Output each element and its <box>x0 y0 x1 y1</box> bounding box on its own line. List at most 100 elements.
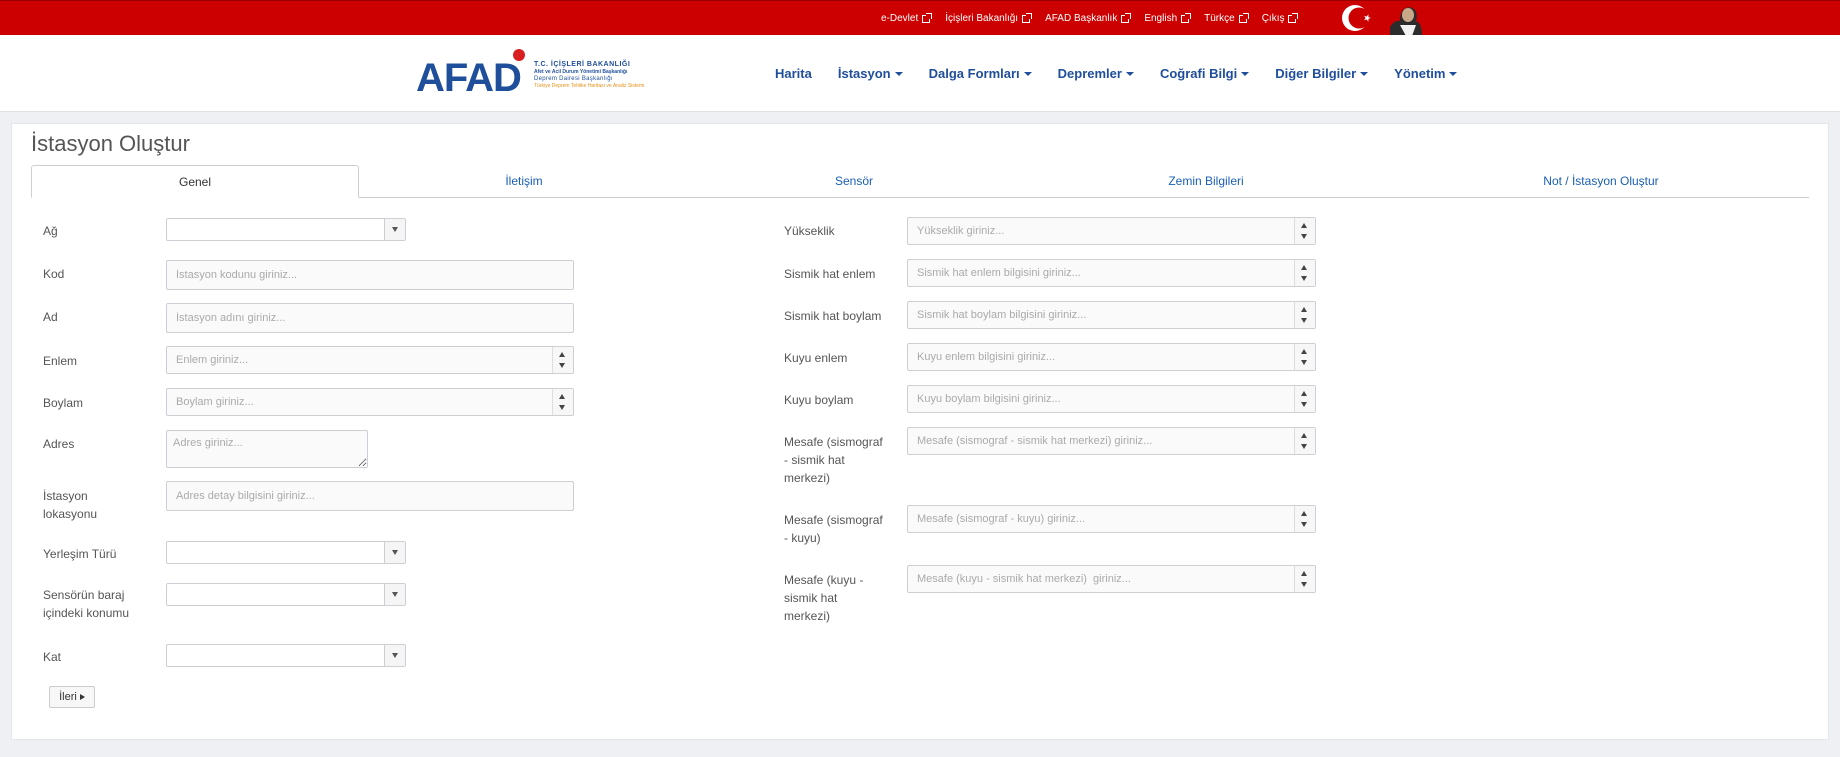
kuyu-enlem-label: Kuyu enlem <box>784 351 848 365</box>
nav-label: Diğer Bilgiler <box>1275 66 1357 81</box>
station-create-card: İstasyon Oluştur Genel İletişim Sensör Z… <box>11 123 1829 740</box>
nav-label: Yönetim <box>1394 66 1446 81</box>
mesafe-sism-hat-label: Mesafe (sismograf - sismik hat merkezi) <box>784 433 883 487</box>
sismik-enlem-spinner[interactable] <box>1294 260 1315 286</box>
logo-line: T.C. İÇİŞLERİ BAKANLIĞI <box>534 61 631 68</box>
top-link-afad[interactable]: AFAD Başkanlık <box>1045 12 1132 24</box>
nav-label: Coğrafi Bilgi <box>1159 66 1238 81</box>
label-line: Sensörün baraj <box>43 588 125 602</box>
nav-label: Depremler <box>1057 66 1122 81</box>
top-link-turkce[interactable]: Türkçe <box>1204 12 1249 24</box>
dropdown-arrow-icon <box>384 219 405 240</box>
external-link-icon <box>922 12 933 23</box>
dropdown-arrow-icon <box>384 584 405 605</box>
mesafe-kuyu-hat-spinner[interactable] <box>1294 566 1315 592</box>
spin-up-icon <box>1301 433 1307 438</box>
mesafe-kuyu-hat-input[interactable] <box>907 565 1316 593</box>
sismik-boylam-input[interactable] <box>907 301 1316 329</box>
kuyu-enlem-input[interactable] <box>907 343 1316 371</box>
enlem-spinner[interactable] <box>552 347 573 373</box>
ag-select[interactable] <box>166 218 406 241</box>
label-line: içindeki konumu <box>43 606 130 620</box>
kuyu-boylam-spinner[interactable] <box>1294 386 1315 412</box>
top-link-label: İçişleri Bakanlığı <box>945 13 1019 24</box>
ad-input[interactable] <box>166 303 574 333</box>
spin-up-icon <box>1301 571 1307 576</box>
nav-item-harita[interactable]: Harita <box>775 66 812 81</box>
enlem-label: Enlem <box>43 354 78 368</box>
yerlesim-select[interactable] <box>166 541 406 564</box>
label-line: - kuyu) <box>784 531 821 545</box>
boylam-spinner[interactable] <box>552 389 573 415</box>
lokasyon-input[interactable] <box>166 481 574 511</box>
ag-label: Ağ <box>43 224 58 238</box>
yukseklik-spinner[interactable] <box>1294 218 1315 244</box>
top-link-label: AFAD Başkanlık <box>1045 13 1118 24</box>
mesafe-sism-hat-spinner[interactable] <box>1294 428 1315 454</box>
tab-sensor[interactable]: Sensör <box>689 165 1019 197</box>
boylam-label: Boylam <box>43 396 84 410</box>
kuyu-enlem-spinner[interactable] <box>1294 344 1315 370</box>
top-bar: e-Devlet İçişleri Bakanlığı AFAD Başkanl… <box>0 0 1840 37</box>
nav-item-dalga-formlari[interactable]: Dalga Formları <box>929 66 1032 81</box>
sismik-boylam-spinner[interactable] <box>1294 302 1315 328</box>
label-line: Mesafe (kuyu - <box>784 573 864 587</box>
tab-genel[interactable]: Genel <box>31 165 359 198</box>
logo-line: Deprem Dairesi Başkanlığı <box>534 76 613 82</box>
sismik-boylam-number-field <box>907 301 1316 329</box>
logo-flag-dot-icon <box>513 49 525 61</box>
mesafe-kuyu-hat-number-field <box>907 565 1316 593</box>
tab-iletisim[interactable]: İletişim <box>359 165 689 197</box>
top-link-edevlet[interactable]: e-Devlet <box>881 12 933 24</box>
nav-label: Harita <box>775 66 812 81</box>
ad-label: Ad <box>43 310 58 324</box>
mesafe-sism-kuyu-input[interactable] <box>907 505 1316 533</box>
tab-zemin-bilgileri[interactable]: Zemin Bilgileri <box>1019 165 1393 197</box>
nav-item-cografi-bilgi[interactable]: Coğrafi Bilgi <box>1159 66 1250 81</box>
main-header: AFAD T.C. İÇİŞLERİ BAKANLIĞI Afet ve Aci… <box>0 35 1840 112</box>
nav-item-yonetim[interactable]: Yönetim <box>1394 66 1458 81</box>
yukseklik-number-field <box>907 217 1316 245</box>
nav-item-depremler[interactable]: Depremler <box>1058 66 1134 81</box>
top-link-icisleri[interactable]: İçişleri Bakanlığı <box>945 12 1033 24</box>
spin-down-icon <box>1301 444 1307 449</box>
external-link-icon <box>1181 12 1192 23</box>
mesafe-sism-kuyu-spinner[interactable] <box>1294 506 1315 532</box>
mesafe-kuyu-hat-label: Mesafe (kuyu - sismik hat merkezi) <box>784 571 863 625</box>
sismik-enlem-number-field <box>907 259 1316 287</box>
enlem-input[interactable] <box>166 346 574 374</box>
mesafe-sism-hat-input[interactable] <box>907 427 1316 455</box>
afad-logo[interactable]: AFAD T.C. İÇİŞLERİ BAKANLIĞI Afet ve Aci… <box>416 47 646 99</box>
nav-label: İstasyon <box>837 66 891 81</box>
yukseklik-input[interactable] <box>907 217 1316 245</box>
mesafe-sism-hat-number-field <box>907 427 1316 455</box>
top-link-english[interactable]: English <box>1144 12 1192 24</box>
caret-down-icon <box>1125 71 1134 76</box>
kod-input[interactable] <box>166 260 574 290</box>
caret-down-icon <box>1360 71 1369 76</box>
boylam-input[interactable] <box>166 388 574 416</box>
nav-item-istasyon[interactable]: İstasyon <box>838 66 903 81</box>
top-link-logout[interactable]: Çıkış <box>1262 12 1299 24</box>
logo-text: T.C. İÇİŞLERİ BAKANLIĞI Afet ve Acil Dur… <box>534 61 652 90</box>
next-button[interactable]: İleri <box>49 686 95 708</box>
kuyu-boylam-input[interactable] <box>907 385 1316 413</box>
sismik-boylam-label: Sismik hat boylam <box>784 309 882 323</box>
spin-up-icon <box>1301 511 1307 516</box>
spin-up-icon <box>559 394 565 399</box>
mesafe-sism-kuyu-number-field <box>907 505 1316 533</box>
sensor-konum-select[interactable] <box>166 583 406 606</box>
play-icon <box>79 694 85 700</box>
nav-item-diger-bilgiler[interactable]: Diğer Bilgiler <box>1275 66 1369 81</box>
spin-up-icon <box>1301 349 1307 354</box>
adres-textarea[interactable] <box>166 430 368 468</box>
sismik-enlem-label: Sismik hat enlem <box>784 267 876 281</box>
spin-down-icon <box>559 405 565 410</box>
nav-label: Dalga Formları <box>928 66 1020 81</box>
label-line: - sismik hat <box>784 453 845 467</box>
kat-select[interactable] <box>166 644 406 667</box>
external-link-icon <box>1022 12 1033 23</box>
spin-down-icon <box>1301 234 1307 239</box>
sismik-enlem-input[interactable] <box>907 259 1316 287</box>
tab-not-istasyon-olustur[interactable]: Not / İstasyon Oluştur <box>1393 165 1809 197</box>
